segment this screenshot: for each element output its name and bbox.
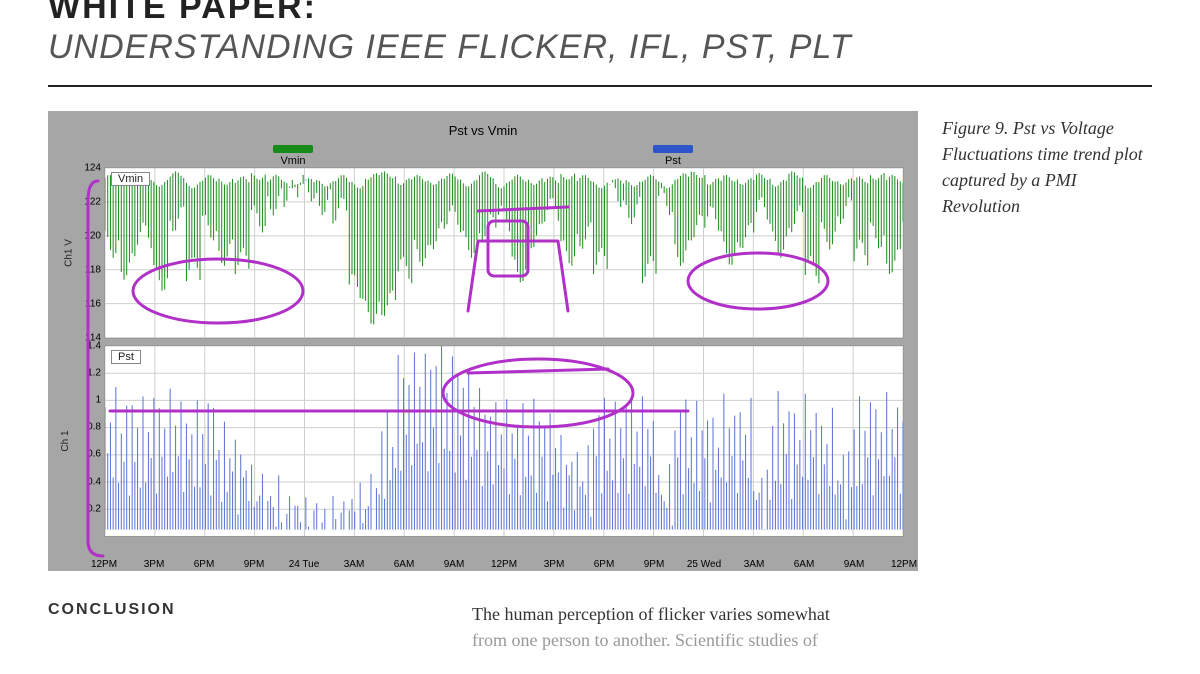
- plot-pst: Ch 1 0.20.40.60.811.21.4 Pst: [104, 345, 904, 537]
- chart-legend: Vmin Pst: [48, 145, 918, 167]
- series-label-vmin: Vmin: [111, 172, 150, 186]
- title-rule: [48, 85, 1152, 87]
- legend-item-pst: Pst: [653, 145, 693, 167]
- plot-vmin: Ch1 V 114116118120122124 Vmin: [104, 167, 904, 339]
- conclusion-heading: CONCLUSION: [48, 601, 448, 653]
- body-line-2-cut: from one person to another. Scientific s…: [472, 630, 818, 650]
- swatch-pst-icon: [653, 145, 693, 153]
- plot-pst-svg: [105, 346, 903, 536]
- plot-vmin-svg: [105, 168, 903, 338]
- yaxis-ticks-vmin: 114116118120122124: [71, 168, 103, 338]
- legend-label-pst: Pst: [665, 155, 681, 167]
- figure-caption: Figure 9. Pst vs Voltage Fluctuations ti…: [942, 111, 1152, 219]
- body-paragraph: The human perception of flicker varies s…: [472, 601, 1152, 653]
- page-subtitle: UNDERSTANDING IEEE FLICKER, IFL, PST, PL…: [48, 28, 1152, 67]
- swatch-vmin-icon: [273, 145, 313, 153]
- legend-label-vmin: Vmin: [280, 155, 305, 167]
- body-line-1: The human perception of flicker varies s…: [472, 604, 830, 624]
- legend-item-vmin: Vmin: [273, 145, 313, 167]
- figure-chart-panel: Pst vs Vmin Vmin Pst Ch1 V 1141161181201…: [48, 111, 918, 571]
- yaxis-ticks-pst: 0.20.40.60.811.21.4: [71, 346, 103, 536]
- chart-title: Pst vs Vmin: [48, 123, 918, 138]
- series-label-pst: Pst: [111, 350, 141, 364]
- yaxis-title-pst: Ch 1: [60, 430, 71, 451]
- page-pretitle: WHITE PAPER:: [48, 0, 1152, 24]
